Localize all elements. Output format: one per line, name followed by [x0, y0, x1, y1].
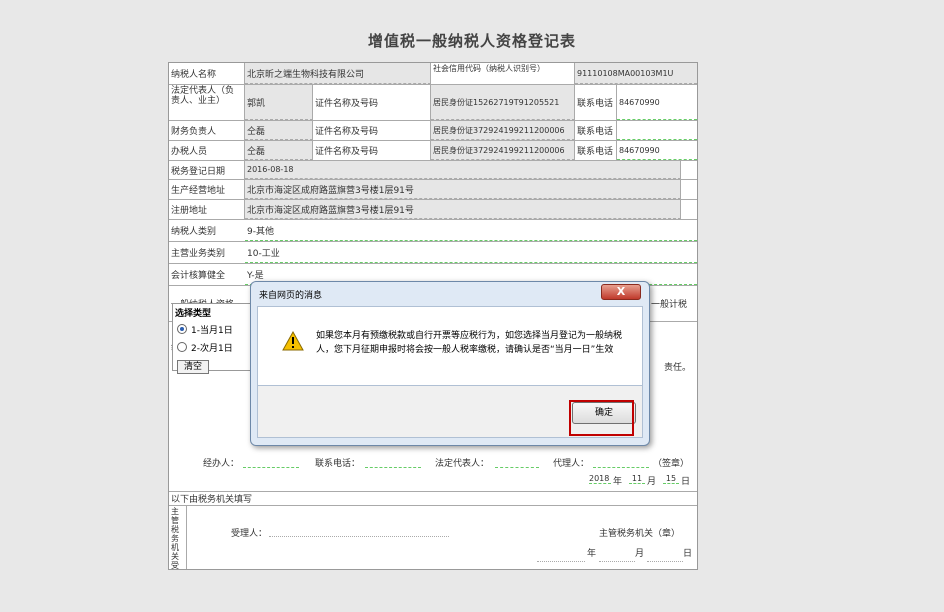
label-phone: 联系电话：: [315, 459, 361, 469]
radio-current-month[interactable]: [177, 324, 187, 334]
input-day[interactable]: 15: [663, 474, 679, 484]
declaration-duty-text: 责任。: [663, 363, 691, 373]
label-credit-code: 社会信用代码（纳税人识别号）: [431, 63, 575, 84]
input-month[interactable]: 11: [629, 474, 645, 484]
row-taxpayer-name: 纳税人名称 北京昕之端生物科技有限公司 社会信用代码（纳税人识别号） 91110…: [169, 63, 697, 85]
row-legal-rep: 法定代表人（负责人、业主） 郭凯 证件名称及号码 居民身份证15262719T9…: [169, 85, 697, 121]
label-legal-rep-id: 证件名称及号码: [313, 85, 431, 120]
row-register-date: 税务登记日期 2016-08-18: [169, 161, 697, 180]
label-proxy: 代理人：: [553, 459, 590, 469]
label-tax-month: 月: [635, 549, 645, 559]
dialog-title: 来自网页的消息: [259, 291, 323, 301]
input-credit-code[interactable]: 91110108MA00103M1U: [575, 63, 697, 84]
line-year-blank: [537, 552, 585, 562]
row-tax-officer: 办税人员 仝磊 证件名称及号码 居民身份证372924199211200006 …: [169, 141, 697, 161]
input-rep[interactable]: [495, 466, 539, 468]
label-seal: （签章）: [653, 459, 690, 469]
label-accounting: 会计核算健全: [171, 271, 226, 281]
radio-next-month-label: 2-次月1日: [191, 344, 233, 354]
label-agent: 经办人：: [203, 459, 240, 469]
input-receiver[interactable]: [269, 536, 449, 537]
warning-icon: [282, 331, 304, 351]
clear-button[interactable]: 清空: [177, 360, 209, 374]
select-type-panel: 选择类型 1-当月1日 2-次月1日 清空: [172, 303, 256, 374]
label-tax-day: 日: [683, 549, 693, 559]
label-legal-rep-phone: 联系电话: [575, 85, 617, 120]
label-register-date: 税务登记日期: [169, 161, 245, 179]
input-tax-officer[interactable]: 仝磊: [245, 141, 313, 160]
tax-section-header: 以下由税务机关填写: [171, 495, 253, 505]
label-month: 月: [647, 477, 657, 487]
input-finance-phone[interactable]: [617, 121, 697, 140]
label-tax-year: 年: [587, 549, 597, 559]
form-title: 增值税一般纳税人资格登记表: [367, 32, 576, 50]
input-tax-officer-phone[interactable]: 84670990: [617, 141, 697, 160]
input-proxy[interactable]: [593, 466, 649, 468]
input-year[interactable]: 2018: [589, 474, 611, 484]
input-business-address[interactable]: 北京市海淀区成府路蓝旗营3号楼1层91号: [245, 180, 681, 199]
row-business-address: 生产经营地址 北京市海淀区成府路蓝旗营3号楼1层91号: [169, 180, 697, 200]
line-month-blank: [599, 552, 635, 562]
label-business-address: 生产经营地址: [169, 180, 245, 199]
label-main-business: 主营业务类别: [171, 249, 226, 259]
label-year: 年: [613, 477, 623, 487]
label-receiver: 受理人：: [231, 529, 268, 539]
label-tax-officer: 办税人员: [169, 141, 245, 160]
label-authority-seal: 主管税务机关（章）: [599, 529, 681, 539]
tax-section-header-row: 以下由税务机关填写: [169, 492, 697, 506]
page-background: 增值税一般纳税人资格登记表 纳税人名称 北京昕之端生物科技有限公司 社会信用代码…: [0, 0, 944, 612]
dialog-body: 如果您本月有预缴税款或自行开票等应税行为，如您选择当月登记为一般纳税人，您下月征…: [257, 306, 643, 386]
sign-date: 2018 年 11 月 15 日: [589, 474, 695, 488]
input-taxpayer-type[interactable]: 9-其他: [245, 220, 697, 241]
row-registered-address: 注册地址 北京市海淀区成府路蓝旗营3号楼1层91号: [169, 200, 697, 220]
tax-section-side-label: 主管税务机关受理情况: [169, 506, 187, 569]
input-phone[interactable]: [365, 466, 421, 468]
input-registered-address[interactable]: 北京市海淀区成府路蓝旗营3号楼1层91号: [245, 200, 681, 219]
row-main-business: 主营业务类别 10-工业: [169, 242, 697, 264]
radio-current-month-label: 1-当月1日: [191, 326, 233, 336]
label-legal-rep: 法定代表人（负责人、业主）: [169, 85, 245, 120]
label-taxpayer-type: 纳税人类别: [171, 227, 217, 237]
input-taxpayer-name[interactable]: 北京昕之端生物科技有限公司: [245, 63, 431, 84]
row-taxpayer-type: 纳税人类别 9-其他: [169, 220, 697, 242]
label-finance-id: 证件名称及号码: [313, 121, 431, 140]
tax-section-body: 主管税务机关受理情况 受理人： 主管税务机关（章） 年 月 日: [169, 506, 697, 569]
value-general-tax: 一般计税: [651, 300, 688, 310]
input-tax-officer-id[interactable]: 居民身份证372924199211200006: [431, 141, 575, 160]
input-legal-rep[interactable]: 郭凯: [245, 85, 313, 120]
row-finance-head: 财务负责人 仝磊 证件名称及号码 居民身份证372924199211200006…: [169, 121, 697, 141]
label-day: 日: [681, 477, 691, 487]
label-taxpayer-name: 纳税人名称: [169, 63, 245, 84]
label-tax-officer-phone: 联系电话: [575, 141, 617, 160]
label-rep: 法定代表人：: [435, 459, 490, 469]
label-registered-address: 注册地址: [169, 200, 245, 219]
input-register-date[interactable]: 2016-08-18: [245, 161, 681, 179]
input-legal-rep-id[interactable]: 居民身份证15262719T91205521: [431, 85, 575, 120]
signature-line: 经办人： 联系电话： 法定代表人： 代理人： （签章）: [191, 456, 691, 470]
close-button[interactable]: X: [601, 284, 641, 300]
label-finance-head: 财务负责人: [169, 121, 245, 140]
radio-next-month[interactable]: [177, 342, 187, 352]
line-day-blank: [647, 552, 683, 562]
dialog-message: 如果您本月有预缴税款或自行开票等应税行为，如您选择当月登记为一般纳税人，您下月征…: [316, 331, 623, 355]
input-finance-id[interactable]: 居民身份证372924199211200006: [431, 121, 575, 140]
label-tax-officer-id: 证件名称及号码: [313, 141, 431, 160]
ok-button-highlight: [569, 400, 634, 436]
input-finance-head[interactable]: 仝磊: [245, 121, 313, 140]
input-legal-rep-phone[interactable]: 84670990: [617, 85, 697, 120]
input-main-business[interactable]: 10-工业: [245, 242, 697, 263]
label-finance-phone: 联系电话: [575, 121, 617, 140]
select-type-title: 选择类型: [175, 309, 212, 319]
input-agent[interactable]: [243, 466, 299, 468]
